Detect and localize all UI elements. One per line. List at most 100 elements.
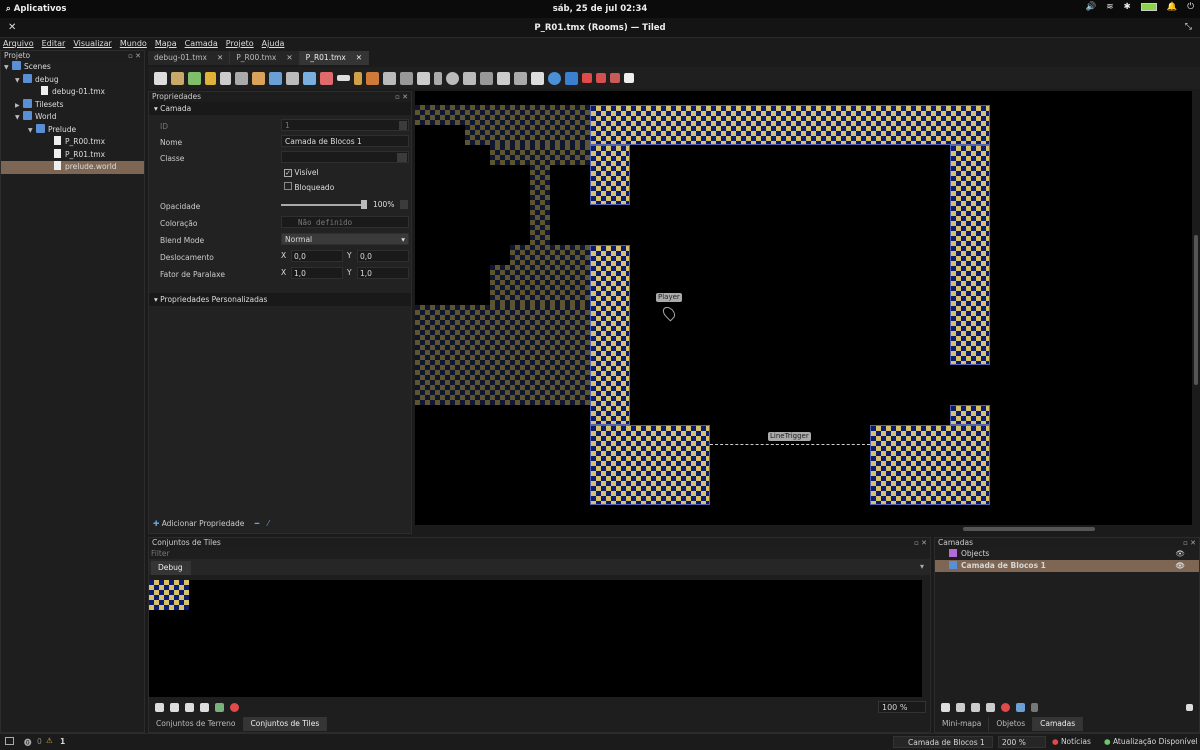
offset-y-input[interactable]: 0,0 [357,250,409,262]
insert-template-icon[interactable] [514,71,527,85]
magic-wand-icon[interactable] [354,71,362,85]
dynamic-wrap-icon[interactable] [215,702,224,712]
eye-icon[interactable]: 👁 [1175,548,1185,560]
tab-p-r00[interactable]: P_R00.tmx ✕ [230,51,300,65]
error-icon[interactable]: ⓿ [24,737,32,748]
bucket-fill-icon[interactable] [286,71,299,85]
menu-projeto[interactable]: Projeto [223,38,257,50]
ellipse-icon[interactable] [446,71,459,85]
tree-item-prelude[interactable]: ▼ Prelude [1,123,144,137]
point-icon[interactable] [434,71,442,85]
menu-mapa[interactable]: Mapa [152,38,180,50]
spin-icon[interactable] [400,200,408,209]
remove-property-icon[interactable]: ━ [255,519,260,528]
tab-minimap[interactable]: Mini-mapa [935,717,990,731]
tab-tilesets[interactable]: Conjuntos de Tiles [243,717,328,731]
slider-handle[interactable] [361,200,367,209]
redo-icon[interactable] [220,71,231,85]
random-mode-icon[interactable] [582,73,592,83]
wifi-icon[interactable]: ≋ [1106,2,1113,12]
remove-layer-icon[interactable] [1001,702,1010,712]
tint-field[interactable]: Não definido [281,216,409,228]
vertical-scrollbar[interactable] [1192,91,1200,525]
terrain-brush-icon[interactable] [269,71,282,85]
line-trigger-line[interactable] [710,444,870,445]
rect-select-icon[interactable] [337,75,350,81]
chevron-down-icon[interactable]: ▾ [920,562,924,571]
panel-controls[interactable]: ▫ ✕ [1183,538,1196,548]
opacity-slider[interactable] [281,204,366,206]
scrollbar-thumb[interactable] [963,527,1095,531]
raise-layer-icon[interactable] [956,702,965,712]
tileset-tiles[interactable] [149,580,189,610]
chevron-down-icon[interactable] [397,153,407,162]
zoom-select[interactable]: 200 % [998,736,1046,748]
tileset-view[interactable] [149,580,922,697]
duplicate-layer-icon[interactable] [986,702,995,712]
tree-item-tilesets[interactable]: ▶ Tilesets [1,98,144,112]
open-file-icon[interactable] [171,71,184,85]
menu-visualizar[interactable]: Visualizar [70,38,115,50]
scrollbar-thumb[interactable] [1194,235,1198,385]
world-tool-icon[interactable] [235,71,248,85]
tileset-filter-input[interactable]: Filter [149,548,930,559]
layer-select[interactable]: Camada de Blocos 1 [893,736,993,748]
menu-arquivo[interactable]: Arquivo [0,38,37,50]
insert-tile-icon[interactable] [497,71,510,85]
tab-layers[interactable]: Camadas [1033,717,1084,731]
tree-item-prelude-world[interactable]: prelude.world [1,161,144,174]
tree-item-p-r01[interactable]: P_R01.tmx [1,148,144,162]
tab-debug-01[interactable]: debug-01.tmx ✕ [148,51,231,65]
lock-icon[interactable] [1031,702,1038,712]
tree-item-world[interactable]: ▼ World [1,111,144,124]
edit-tileset-icon[interactable] [200,702,209,712]
map-marker-icon[interactable] [660,304,678,322]
select-objects-icon[interactable] [383,71,396,85]
world-icon[interactable] [548,71,561,85]
import-icon[interactable] [170,702,179,712]
news-button[interactable]: ● Notícias [1052,737,1091,746]
checkbox-icon[interactable] [284,182,292,190]
tab-p-r01[interactable]: P_R01.tmx ✕ [299,51,370,65]
clock[interactable]: sáb, 25 de jul 02:34 [520,4,680,14]
map-canvas[interactable]: Player LineTrigger [415,91,1195,525]
eraser-icon[interactable] [320,71,333,85]
restore-icon[interactable]: ⤡ [1185,22,1192,32]
console-icon[interactable] [5,737,14,745]
tree-item-scenes[interactable]: ▼ Scenes [1,61,144,74]
add-property-button[interactable]: ✚ Adicionar Propriedade [153,519,244,528]
menu-ajuda[interactable]: Ajuda [259,38,288,50]
tree-item-debug[interactable]: ▼ debug [1,73,144,87]
offset-x-input[interactable]: 0,0 [291,250,343,262]
menu-editar[interactable]: Editar [39,38,69,50]
menu-camada[interactable]: Camada [182,38,221,50]
power-icon[interactable]: ⏻ [1187,2,1194,12]
apps-menu[interactable]: ⌕ Aplicativos [6,4,66,14]
remove-tileset-icon[interactable] [230,702,239,712]
polygon-icon[interactable] [463,71,476,85]
player-object-label[interactable]: Player [656,293,682,302]
update-button[interactable]: ● Atualização Disponível [1104,737,1198,746]
panel-controls[interactable]: ▫ ✕ [128,51,141,61]
zoom-select[interactable]: 100 % [878,701,926,713]
layer-row-objects[interactable]: Objects 👁 [935,548,1199,560]
move-icon[interactable] [565,71,578,85]
class-combobox[interactable] [281,151,409,163]
layer-menu-icon[interactable] [1186,703,1193,711]
edit-polygons-icon[interactable] [400,71,413,85]
tree-item-p-r00[interactable]: P_R00.tmx [1,136,144,149]
new-layer-icon[interactable] [941,702,950,712]
blend-select[interactable]: Normal ▾ [281,233,409,245]
panel-controls[interactable]: ▫ ✕ [395,92,408,102]
shape-fill-icon[interactable] [303,71,316,85]
undo-icon[interactable] [205,71,216,85]
stamp-layers-icon[interactable] [610,73,620,83]
save-icon[interactable] [188,71,201,85]
eye-icon[interactable]: 👁 [1175,560,1185,572]
new-file-icon[interactable] [154,71,167,85]
section-custom-properties[interactable]: ▾ Propriedades Personalizadas [149,293,411,306]
highlight-layer-icon[interactable] [624,73,634,83]
parallax-x-input[interactable]: 1,0 [291,267,343,279]
close-icon[interactable]: ✕ [356,51,362,65]
panel-controls[interactable]: ▫ ✕ [914,538,927,548]
